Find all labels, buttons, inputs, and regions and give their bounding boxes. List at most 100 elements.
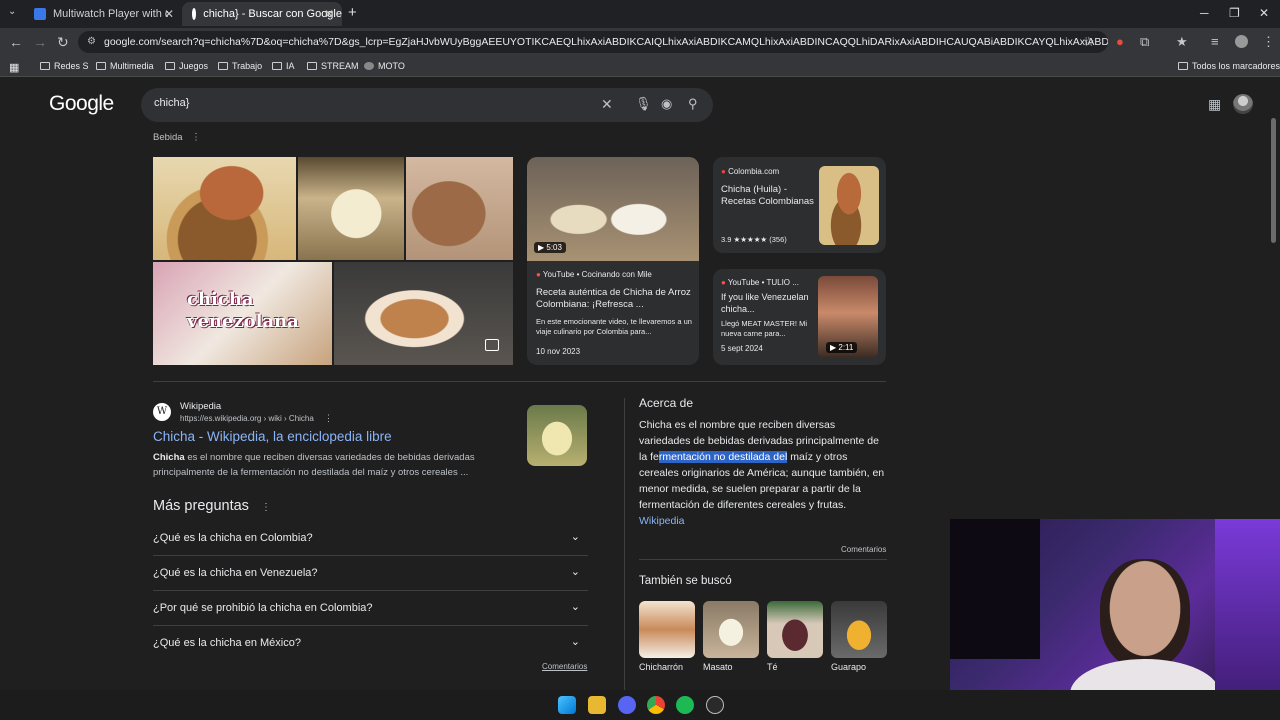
spotify-icon[interactable] xyxy=(676,696,694,714)
bookmark-folder[interactable]: Multimedia xyxy=(96,61,154,71)
more-options-icon[interactable]: ⋮ xyxy=(191,132,201,143)
also-searched-thumb-chicharron[interactable] xyxy=(639,601,695,658)
video-duration: ▶ 5:03 xyxy=(534,242,566,253)
back-icon[interactable]: ← xyxy=(9,34,23,50)
short-video-card[interactable]: ● YouTube • TULIO ... If you like Venezu… xyxy=(713,269,886,365)
new-tab-icon[interactable]: + xyxy=(348,4,357,21)
also-searched-label[interactable]: Té xyxy=(767,662,778,672)
bookmark-folder[interactable]: STREAM xyxy=(307,61,359,71)
wikipedia-favicon-icon: W xyxy=(153,403,171,421)
close-tab-icon[interactable]: ✕ xyxy=(164,7,174,21)
tab-multiwatch[interactable]: Multiwatch Player with darkmik ✕ xyxy=(24,2,182,26)
result-url[interactable]: https://es.wikipedia.org › wiki › Chicha xyxy=(180,414,314,423)
voice-search-icon[interactable]: 🎙 xyxy=(635,96,652,112)
reload-icon[interactable]: ↻ xyxy=(57,34,69,51)
snippet-bold: Chicha xyxy=(153,452,185,463)
multiwatch-favicon-icon xyxy=(34,8,46,20)
result-thumbnail[interactable] xyxy=(527,405,587,466)
paa-heading: Más preguntas ⋮ xyxy=(153,498,271,514)
review-count: (356) xyxy=(769,235,787,244)
bookmarks-icon[interactable]: ★ xyxy=(1176,34,1188,50)
bookmark-folder[interactable]: Juegos xyxy=(165,61,208,71)
minimize-icon[interactable]: ─ xyxy=(1200,6,1209,20)
search-icon[interactable]: ⚲ xyxy=(688,96,698,112)
search-input[interactable]: chicha} ✕ 🎙 ◉ ⚲ xyxy=(141,88,713,122)
forward-icon[interactable]: → xyxy=(33,34,47,50)
paa-options-icon[interactable]: ⋮ xyxy=(261,502,271,513)
about-source-link[interactable]: Wikipedia xyxy=(639,513,887,529)
clear-icon[interactable]: ✕ xyxy=(601,96,613,113)
chevron-down-icon: ⌄ xyxy=(570,601,580,613)
bookmark-label: STREAM xyxy=(321,61,359,71)
all-bookmarks[interactable]: Todos los marcadores xyxy=(1178,61,1280,71)
folder-icon xyxy=(307,62,317,70)
apps-grid-icon[interactable]: ▦ xyxy=(9,61,19,74)
paa-question[interactable]: ¿Qué es la chicha en Colombia? ⌄ xyxy=(153,521,588,556)
image-jar-drink[interactable] xyxy=(298,157,404,260)
more-images-icon[interactable] xyxy=(485,339,499,351)
video-card[interactable]: ▶ 5:03 ● YouTube • Cocinando con Mile Re… xyxy=(527,157,699,365)
file-explorer-icon[interactable] xyxy=(588,696,606,714)
also-searched-label[interactable]: Guarapo xyxy=(831,662,866,672)
also-searched-thumb-te[interactable] xyxy=(767,601,823,658)
paa-question[interactable]: ¿Qué es la chicha en Venezuela? ⌄ xyxy=(153,556,588,591)
result-site-name[interactable]: Wikipedia xyxy=(180,401,221,412)
tab-search-icon[interactable]: ⌄ xyxy=(8,6,16,17)
google-logo[interactable]: Google xyxy=(49,92,114,116)
close-window-icon[interactable]: ✕ xyxy=(1259,6,1269,20)
extension-badge-icon[interactable]: ● xyxy=(1116,34,1124,49)
result-title-link[interactable]: Chicha - Wikipedia, la enciclopedia libr… xyxy=(153,429,392,444)
media-icon[interactable]: ≡ xyxy=(1211,34,1219,49)
bookmark-folder[interactable]: IA xyxy=(272,61,295,71)
also-searched-thumb-guarapo[interactable] xyxy=(831,601,887,658)
tab-google-search[interactable]: chicha} - Buscar con Google ✕ xyxy=(182,2,342,26)
also-searched-thumb-masato[interactable] xyxy=(703,601,759,658)
url-text: google.com/search?q=chicha%7D&oq=chicha%… xyxy=(104,36,1108,48)
folder-icon xyxy=(96,62,106,70)
also-searched-label[interactable]: Chicharrón xyxy=(639,662,683,672)
question-text: ¿Qué es la chicha en Venezuela? xyxy=(153,567,318,579)
also-searched-label[interactable]: Masato xyxy=(703,662,733,672)
selected-text[interactable]: rmentación no destilada del xyxy=(658,451,788,463)
menu-icon[interactable]: ⋮ xyxy=(1262,34,1275,50)
result-options-icon[interactable]: ⋮ xyxy=(324,413,333,424)
bookmark-label: MOTO xyxy=(378,61,405,71)
chrome-icon[interactable] xyxy=(647,696,665,714)
bookmark-item[interactable]: MOTO xyxy=(364,61,405,71)
question-text: ¿Qué es la chicha en Colombia? xyxy=(153,532,313,544)
paa-feedback-link[interactable]: Comentarios xyxy=(542,662,587,671)
bookmark-label: IA xyxy=(286,61,295,71)
profile-avatar[interactable] xyxy=(1235,35,1248,48)
avatar[interactable] xyxy=(1233,94,1253,114)
divider xyxy=(153,381,886,382)
bookmark-star-icon[interactable]: ☆ xyxy=(1083,34,1095,50)
image-chicha-venezolana[interactable]: chicha venezolana xyxy=(153,262,332,365)
app-icon[interactable] xyxy=(706,696,724,714)
lens-icon[interactable]: ◉ xyxy=(661,96,672,112)
image-gourd-bowl[interactable] xyxy=(406,157,513,260)
short-description: Llegó MEAT MASTER! Mi nueva carne para..… xyxy=(721,319,807,338)
short-source: ● YouTube • TULIO ... xyxy=(721,278,799,287)
paa-question[interactable]: ¿Por qué se prohibió la chicha en Colomb… xyxy=(153,591,588,626)
address-bar[interactable]: ⚙ google.com/search?q=chicha%7D&oq=chich… xyxy=(78,31,1108,53)
extensions-icon[interactable]: ⧉ xyxy=(1140,34,1149,50)
about-feedback-link[interactable]: Comentarios xyxy=(841,545,886,554)
image-clay-pots[interactable] xyxy=(153,157,296,260)
snippet-text: es el nombre que reciben diversas varied… xyxy=(153,452,475,478)
discord-icon[interactable] xyxy=(618,696,636,714)
chevron-down-icon: ⌄ xyxy=(570,531,580,543)
chevron-down-icon: ⌄ xyxy=(570,636,580,648)
about-heading: Acerca de xyxy=(639,396,694,410)
restore-icon[interactable]: ❐ xyxy=(1229,6,1240,20)
close-tab-icon[interactable]: ✕ xyxy=(324,7,334,21)
paa-question[interactable]: ¿Qué es la chicha en México? ⌄ xyxy=(153,626,588,661)
recipe-card[interactable]: ● Colombia.com Chicha (Huila) - Recetas … xyxy=(713,157,886,253)
site-info-icon[interactable]: ⚙ xyxy=(87,31,96,53)
google-apps-icon[interactable]: ▦ xyxy=(1208,96,1221,113)
image-glass-drink[interactable] xyxy=(334,262,513,365)
scrollbar[interactable] xyxy=(1271,118,1276,243)
bookmark-folder[interactable]: Trabajo xyxy=(218,61,262,71)
short-duration: ▶ 2:11 xyxy=(826,342,858,353)
windows-start-icon[interactable] xyxy=(558,696,576,714)
bookmark-folder[interactable]: Redes S xyxy=(40,61,89,71)
